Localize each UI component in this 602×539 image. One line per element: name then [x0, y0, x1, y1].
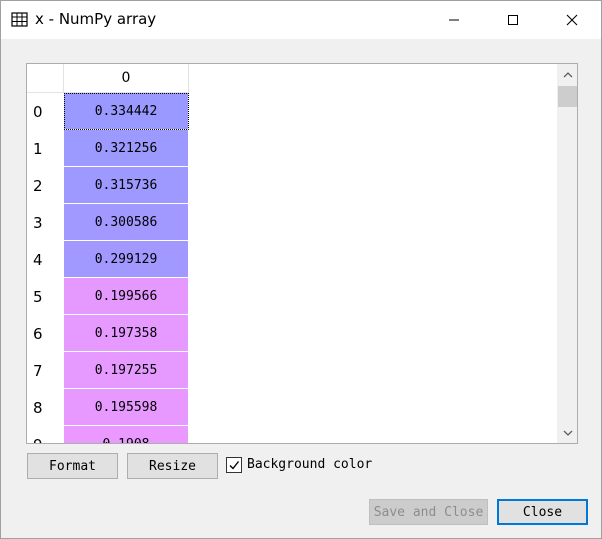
table-cell[interactable]: 0.334442 — [64, 93, 189, 130]
table-row: 5 0.199566 — [27, 278, 557, 315]
close-icon — [566, 14, 578, 26]
table-cell[interactable]: 0.197255 — [64, 352, 189, 389]
row-header[interactable]: 5 — [27, 278, 64, 315]
title-bar[interactable]: x - NumPy array — [1, 1, 601, 39]
table-row: 4 0.299129 — [27, 241, 557, 278]
table-row: 3 0.300586 — [27, 204, 557, 241]
table-cell[interactable]: 0.1908 — [64, 426, 189, 443]
resize-button[interactable]: Resize — [127, 453, 218, 479]
table-row: 0 0.334442 — [27, 93, 557, 130]
row-header[interactable]: 2 — [27, 167, 64, 204]
table-cell[interactable]: 0.315736 — [64, 167, 189, 204]
row-header[interactable]: 7 — [27, 352, 64, 389]
table-body: 0 0.334442 1 0.321256 2 0.315736 3 0.300… — [27, 93, 557, 444]
row-header[interactable]: 8 — [27, 389, 64, 426]
table-corner — [27, 64, 64, 93]
row-header[interactable]: 4 — [27, 241, 64, 278]
table-icon — [11, 11, 28, 28]
format-button[interactable]: Format — [27, 453, 118, 479]
table-row: 1 0.321256 — [27, 130, 557, 167]
row-header[interactable]: 3 — [27, 204, 64, 241]
window-title: x - NumPy array — [35, 10, 157, 28]
table-row: 7 0.197255 — [27, 352, 557, 389]
save-and-close-button[interactable]: Save and Close — [369, 499, 488, 525]
row-header[interactable]: 6 — [27, 315, 64, 352]
table-cell[interactable]: 0.299129 — [64, 241, 189, 278]
column-header[interactable]: 0 — [64, 64, 189, 93]
scroll-down-button[interactable] — [557, 424, 577, 442]
array-table: 0 0 0.334442 1 0.321256 2 0.315736 3 0.3… — [26, 63, 578, 444]
row-header[interactable]: 1 — [27, 130, 64, 167]
numpy-array-dialog: x - NumPy array 0 0 0.334442 1 0.321256 … — [0, 0, 602, 539]
checkmark-icon — [229, 461, 240, 470]
table-cell[interactable]: 0.321256 — [64, 130, 189, 167]
maximize-button[interactable] — [490, 1, 536, 39]
table-row: 9 0.1908 — [27, 426, 557, 444]
close-button[interactable]: Close — [497, 499, 588, 525]
minimize-icon — [449, 19, 459, 21]
table-cell[interactable]: 0.199566 — [64, 278, 189, 315]
table-row: 6 0.197358 — [27, 315, 557, 352]
scroll-up-button[interactable] — [557, 66, 577, 84]
chevron-up-icon — [563, 72, 572, 78]
table-cell[interactable]: 0.300586 — [64, 204, 189, 241]
table-row: 8 0.195598 — [27, 389, 557, 426]
background-color-label[interactable]: Background color — [247, 457, 372, 472]
minimize-button[interactable] — [431, 1, 477, 39]
scroll-thumb[interactable] — [558, 86, 577, 107]
chevron-down-icon — [563, 430, 572, 436]
table-cell[interactable]: 0.195598 — [64, 389, 189, 426]
close-window-button[interactable] — [549, 1, 595, 39]
vertical-scrollbar[interactable] — [557, 64, 577, 443]
background-color-checkbox[interactable] — [226, 457, 242, 473]
table-row: 2 0.315736 — [27, 167, 557, 204]
table-cell[interactable]: 0.197358 — [64, 315, 189, 352]
row-header[interactable]: 9 — [27, 426, 64, 444]
maximize-icon — [508, 15, 518, 25]
row-header[interactable]: 0 — [27, 93, 64, 130]
